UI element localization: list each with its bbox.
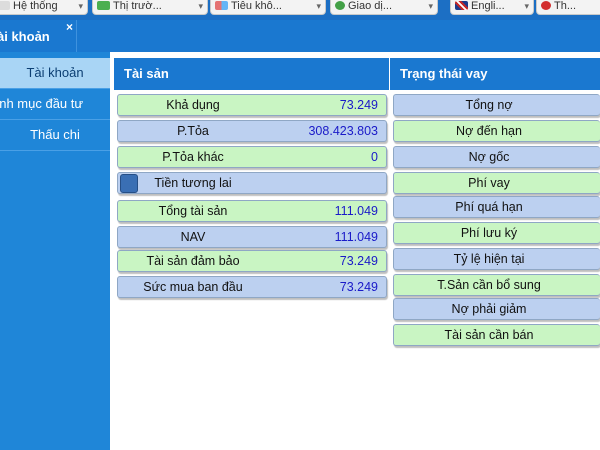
row-label: Tiền tương lai bbox=[154, 176, 232, 190]
row-value: 73.249 bbox=[339, 98, 378, 112]
nav-item-account[interactable]: Tài khoản bbox=[0, 58, 110, 89]
tab-trade[interactable]: Giao dị... ▾ bbox=[330, 0, 438, 15]
asset-row-available: Khả dụng 73.249 bbox=[117, 94, 387, 116]
tab-market[interactable]: Thị trườ... ▾ bbox=[92, 0, 208, 15]
row-label: Tài sản đảm bảo bbox=[146, 254, 240, 268]
tab-label: Giao dị... bbox=[348, 0, 393, 12]
tab-label: Th... bbox=[554, 0, 577, 12]
loan-row-due-debt: Nợ đến hạn bbox=[393, 120, 600, 142]
chevron-down-icon: ▾ bbox=[316, 1, 321, 11]
asset-row-blocked-other: P.Tỏa khác 0 bbox=[117, 146, 387, 168]
nav-item-overdraft[interactable]: Thấu chi bbox=[0, 120, 110, 151]
row-label: Tổng nợ bbox=[465, 98, 513, 112]
row-label: Phí lưu ký bbox=[460, 226, 518, 240]
row-value: 111.049 bbox=[334, 230, 378, 244]
tab-label: Thị trườ... bbox=[113, 0, 162, 12]
nav-item-portfolio[interactable]: anh mục đầu tư bbox=[0, 89, 110, 120]
asset-row-collateral: Tài sản đảm bảo 73.249 bbox=[117, 250, 387, 272]
window-header-bar: ài khoản × bbox=[0, 20, 600, 52]
row-label: T.Sản cần bổ sung bbox=[437, 278, 541, 292]
asset-row-nav: NAV 111.049 bbox=[117, 226, 387, 248]
loan-row-custody-fee: Phí lưu ký bbox=[393, 222, 600, 244]
close-icon[interactable]: × bbox=[66, 20, 73, 44]
loan-status-header: Trạng thái vay bbox=[390, 58, 600, 90]
market-icon bbox=[97, 1, 110, 10]
chevron-down-icon: ▾ bbox=[428, 1, 433, 11]
left-navigation: Tài khoản anh mục đầu tư Thấu chi bbox=[0, 52, 110, 450]
row-label: Tổng tài sản bbox=[158, 204, 228, 218]
tab-system[interactable]: Hệ thống ▾ bbox=[0, 0, 88, 15]
loan-row-assets-to-sell: Tài sản cần bán bbox=[393, 324, 600, 346]
trade-icon bbox=[335, 1, 345, 10]
loan-row-total-debt: Tổng nợ bbox=[393, 94, 600, 116]
tab-label: Tiêu khô... bbox=[231, 0, 282, 12]
system-icon bbox=[0, 1, 10, 10]
row-label: NAV bbox=[180, 230, 206, 244]
loan-row-loan-fee: Phí vay bbox=[393, 172, 600, 194]
window-tab-label: ài khoản bbox=[0, 29, 50, 44]
tab-tools[interactable]: Tiêu khô... ▾ bbox=[210, 0, 326, 15]
chevron-down-icon: ▾ bbox=[524, 1, 529, 11]
logout-icon bbox=[541, 1, 551, 10]
row-label: Khả dụng bbox=[166, 98, 220, 112]
row-label: Nợ gốc bbox=[468, 150, 510, 164]
loan-row-assets-to-add: T.Sản cần bổ sung bbox=[393, 274, 600, 296]
tools-icon bbox=[215, 1, 228, 10]
row-label: P.Tỏa bbox=[177, 124, 209, 138]
uk-flag-icon bbox=[455, 1, 468, 10]
row-value: 111.049 bbox=[334, 204, 378, 218]
asset-row-blocked: P.Tỏa 308.423.803 bbox=[117, 120, 387, 142]
row-label: Phí vay bbox=[468, 176, 510, 190]
loan-row-overdue-fee: Phí quá hạn bbox=[393, 196, 600, 218]
row-label: Sức mua ban đầu bbox=[143, 280, 243, 294]
tab-exit[interactable]: Th... bbox=[536, 0, 600, 15]
asset-row-total-assets: Tổng tài sản 111.049 bbox=[117, 200, 387, 222]
loan-row-debt-to-reduce: Nợ phải giảm bbox=[393, 298, 600, 320]
asset-row-initial-purchasing-power: Sức mua ban đầu 73.249 bbox=[117, 276, 387, 298]
row-value: 308.423.803 bbox=[308, 124, 378, 138]
row-value: 0 bbox=[371, 150, 378, 164]
row-label: Nợ phải giảm bbox=[451, 302, 527, 316]
row-value: 73.249 bbox=[339, 254, 378, 268]
row-label: Nợ đến hạn bbox=[456, 124, 522, 138]
row-label: Tỷ lệ hiện tại bbox=[453, 252, 525, 266]
row-label: P.Tỏa khác bbox=[162, 150, 224, 164]
row-value: 73.249 bbox=[339, 280, 378, 294]
window-tab-account[interactable]: ài khoản × bbox=[0, 20, 77, 52]
loan-row-principal: Nợ gốc bbox=[393, 146, 600, 168]
chevron-down-icon: ▾ bbox=[198, 1, 203, 11]
row-label: Phí quá hạn bbox=[455, 200, 523, 214]
assets-header: Tài sản bbox=[114, 58, 389, 90]
asset-row-future-cash[interactable]: Tiền tương lai bbox=[117, 172, 387, 194]
row-label: Tài sản cần bán bbox=[444, 328, 534, 342]
account-content-panel: Tài sản Trạng thái vay Khả dụng 73.249 P… bbox=[114, 56, 600, 450]
chevron-down-icon: ▾ bbox=[78, 1, 83, 11]
app-tab-strip: Hệ thống ▾ Thị trườ... ▾ Tiêu khô... ▾ Giao… bbox=[0, 0, 600, 20]
tab-label: Hệ thống bbox=[13, 0, 58, 12]
loan-row-current-ratio: Tỷ lệ hiện tại bbox=[393, 248, 600, 270]
tab-language[interactable]: Engli... ▾ bbox=[450, 0, 534, 15]
tab-label: Engli... bbox=[471, 0, 505, 12]
